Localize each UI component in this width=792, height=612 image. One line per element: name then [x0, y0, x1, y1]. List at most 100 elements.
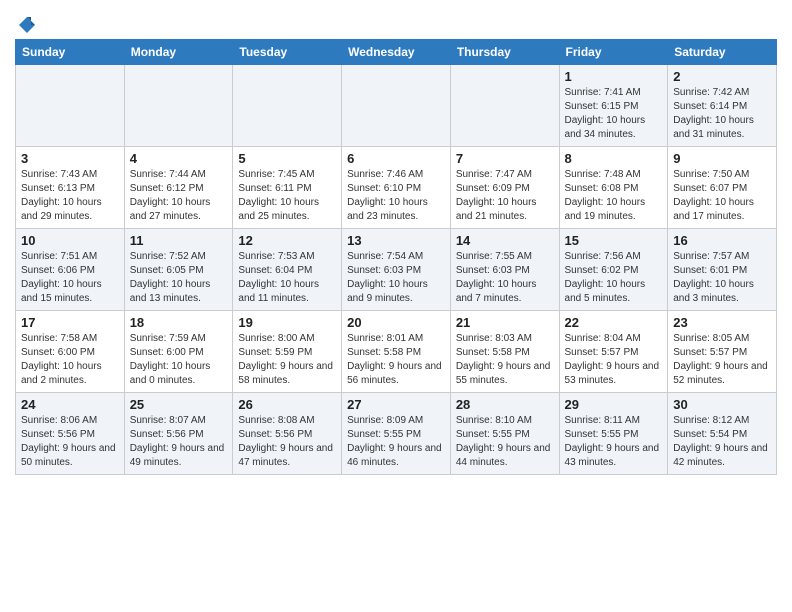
day-number: 5 — [238, 151, 336, 166]
day-header-thursday: Thursday — [450, 40, 559, 65]
day-number: 13 — [347, 233, 445, 248]
day-info: Sunrise: 7:43 AM Sunset: 6:13 PM Dayligh… — [21, 168, 119, 224]
day-cell: 18 Sunrise: 7:59 AM Sunset: 6:00 PM Dayli… — [124, 311, 233, 393]
day-cell: 1 Sunrise: 7:41 AM Sunset: 6:15 PM Daylig… — [559, 65, 668, 147]
day-number: 17 — [21, 315, 119, 330]
day-number: 4 — [130, 151, 228, 166]
day-number: 1 — [565, 69, 663, 84]
day-info: Sunrise: 7:56 AM Sunset: 6:02 PM Dayligh… — [565, 250, 663, 306]
day-info: Sunrise: 7:57 AM Sunset: 6:01 PM Dayligh… — [673, 250, 771, 306]
day-info: Sunrise: 8:06 AM Sunset: 5:56 PM Dayligh… — [21, 414, 119, 470]
day-cell: 2 Sunrise: 7:42 AM Sunset: 6:14 PM Daylig… — [668, 65, 777, 147]
day-number: 30 — [673, 397, 771, 412]
day-cell: 25 Sunrise: 8:07 AM Sunset: 5:56 PM Dayli… — [124, 393, 233, 475]
day-cell: 23 Sunrise: 8:05 AM Sunset: 5:57 PM Dayli… — [668, 311, 777, 393]
day-cell: 9 Sunrise: 7:50 AM Sunset: 6:07 PM Daylig… — [668, 147, 777, 229]
day-number: 12 — [238, 233, 336, 248]
week-row-1: 3 Sunrise: 7:43 AM Sunset: 6:13 PM Daylig… — [16, 147, 777, 229]
day-number: 2 — [673, 69, 771, 84]
day-number: 10 — [21, 233, 119, 248]
day-cell — [342, 65, 451, 147]
day-info: Sunrise: 7:59 AM Sunset: 6:00 PM Dayligh… — [130, 332, 228, 388]
day-info: Sunrise: 8:04 AM Sunset: 5:57 PM Dayligh… — [565, 332, 663, 388]
day-info: Sunrise: 7:58 AM Sunset: 6:00 PM Dayligh… — [21, 332, 119, 388]
day-info: Sunrise: 8:08 AM Sunset: 5:56 PM Dayligh… — [238, 414, 336, 470]
day-number: 18 — [130, 315, 228, 330]
day-info: Sunrise: 7:44 AM Sunset: 6:12 PM Dayligh… — [130, 168, 228, 224]
day-cell: 13 Sunrise: 7:54 AM Sunset: 6:03 PM Dayli… — [342, 229, 451, 311]
day-number: 27 — [347, 397, 445, 412]
day-cell: 17 Sunrise: 7:58 AM Sunset: 6:00 PM Dayli… — [16, 311, 125, 393]
day-number: 16 — [673, 233, 771, 248]
day-info: Sunrise: 7:45 AM Sunset: 6:11 PM Dayligh… — [238, 168, 336, 224]
day-cell: 24Sunrise: 8:06 AM Sunset: 5:56 PM Dayli… — [16, 393, 125, 475]
day-cell — [450, 65, 559, 147]
day-number: 23 — [673, 315, 771, 330]
day-number: 9 — [673, 151, 771, 166]
day-number: 22 — [565, 315, 663, 330]
day-info: Sunrise: 7:42 AM Sunset: 6:14 PM Dayligh… — [673, 86, 771, 142]
calendar-table: SundayMondayTuesdayWednesdayThursdayFrid… — [15, 39, 777, 475]
day-number: 8 — [565, 151, 663, 166]
day-info: Sunrise: 8:00 AM Sunset: 5:59 PM Dayligh… — [238, 332, 336, 388]
day-info: Sunrise: 8:11 AM Sunset: 5:55 PM Dayligh… — [565, 414, 663, 470]
day-number: 25 — [130, 397, 228, 412]
day-info: Sunrise: 8:07 AM Sunset: 5:56 PM Dayligh… — [130, 414, 228, 470]
day-cell: 16 Sunrise: 7:57 AM Sunset: 6:01 PM Dayli… — [668, 229, 777, 311]
day-number: 26 — [238, 397, 336, 412]
day-cell: 15 Sunrise: 7:56 AM Sunset: 6:02 PM Dayli… — [559, 229, 668, 311]
day-info: Sunrise: 7:46 AM Sunset: 6:10 PM Dayligh… — [347, 168, 445, 224]
logo-icon — [17, 15, 37, 35]
day-info: Sunrise: 8:01 AM Sunset: 5:58 PM Dayligh… — [347, 332, 445, 388]
day-number: 21 — [456, 315, 554, 330]
day-header-sunday: Sunday — [16, 40, 125, 65]
day-header-monday: Monday — [124, 40, 233, 65]
day-cell: 30 Sunrise: 8:12 AM Sunset: 5:54 PM Dayli… — [668, 393, 777, 475]
day-number: 6 — [347, 151, 445, 166]
page: SundayMondayTuesdayWednesdayThursdayFrid… — [0, 0, 792, 485]
day-info: Sunrise: 8:05 AM Sunset: 5:57 PM Dayligh… — [673, 332, 771, 388]
day-info: Sunrise: 7:55 AM Sunset: 6:03 PM Dayligh… — [456, 250, 554, 306]
day-info: Sunrise: 7:41 AM Sunset: 6:15 PM Dayligh… — [565, 86, 663, 142]
day-cell: 29 Sunrise: 8:11 AM Sunset: 5:55 PM Dayli… — [559, 393, 668, 475]
day-number: 15 — [565, 233, 663, 248]
day-info: Sunrise: 7:54 AM Sunset: 6:03 PM Dayligh… — [347, 250, 445, 306]
day-cell: 28Sunrise: 8:10 AM Sunset: 5:55 PM Dayli… — [450, 393, 559, 475]
day-info: Sunrise: 7:48 AM Sunset: 6:08 PM Dayligh… — [565, 168, 663, 224]
logo — [15, 15, 37, 31]
day-number: 19 — [238, 315, 336, 330]
week-row-3: 17 Sunrise: 7:58 AM Sunset: 6:00 PM Dayli… — [16, 311, 777, 393]
day-cell: 6 Sunrise: 7:46 AM Sunset: 6:10 PM Daylig… — [342, 147, 451, 229]
day-number: 14 — [456, 233, 554, 248]
day-info: Sunrise: 8:10 AM Sunset: 5:55 PM Dayligh… — [456, 414, 554, 470]
day-cell: 26 Sunrise: 8:08 AM Sunset: 5:56 PM Dayli… — [233, 393, 342, 475]
day-number: 3 — [21, 151, 119, 166]
week-row-0: 1 Sunrise: 7:41 AM Sunset: 6:15 PM Daylig… — [16, 65, 777, 147]
header — [15, 10, 777, 31]
day-info: Sunrise: 7:53 AM Sunset: 6:04 PM Dayligh… — [238, 250, 336, 306]
day-cell — [16, 65, 125, 147]
day-header-tuesday: Tuesday — [233, 40, 342, 65]
week-row-2: 10Sunrise: 7:51 AM Sunset: 6:06 PM Dayli… — [16, 229, 777, 311]
day-header-wednesday: Wednesday — [342, 40, 451, 65]
logo-text — [15, 15, 37, 35]
day-info: Sunrise: 7:47 AM Sunset: 6:09 PM Dayligh… — [456, 168, 554, 224]
day-cell: 12 Sunrise: 7:53 AM Sunset: 6:04 PM Dayli… — [233, 229, 342, 311]
day-info: Sunrise: 7:52 AM Sunset: 6:05 PM Dayligh… — [130, 250, 228, 306]
day-info: Sunrise: 7:50 AM Sunset: 6:07 PM Dayligh… — [673, 168, 771, 224]
day-cell: 4 Sunrise: 7:44 AM Sunset: 6:12 PM Daylig… — [124, 147, 233, 229]
day-info: Sunrise: 8:12 AM Sunset: 5:54 PM Dayligh… — [673, 414, 771, 470]
day-cell: 21Sunrise: 8:03 AM Sunset: 5:58 PM Dayli… — [450, 311, 559, 393]
day-number: 29 — [565, 397, 663, 412]
day-cell — [233, 65, 342, 147]
header-row: SundayMondayTuesdayWednesdayThursdayFrid… — [16, 40, 777, 65]
day-cell: 3 Sunrise: 7:43 AM Sunset: 6:13 PM Daylig… — [16, 147, 125, 229]
day-cell: 11Sunrise: 7:52 AM Sunset: 6:05 PM Dayli… — [124, 229, 233, 311]
day-number: 7 — [456, 151, 554, 166]
day-cell: 27 Sunrise: 8:09 AM Sunset: 5:55 PM Dayli… — [342, 393, 451, 475]
day-number: 20 — [347, 315, 445, 330]
day-header-saturday: Saturday — [668, 40, 777, 65]
day-cell: 5 Sunrise: 7:45 AM Sunset: 6:11 PM Daylig… — [233, 147, 342, 229]
day-info: Sunrise: 8:09 AM Sunset: 5:55 PM Dayligh… — [347, 414, 445, 470]
day-cell: 20 Sunrise: 8:01 AM Sunset: 5:58 PM Dayli… — [342, 311, 451, 393]
